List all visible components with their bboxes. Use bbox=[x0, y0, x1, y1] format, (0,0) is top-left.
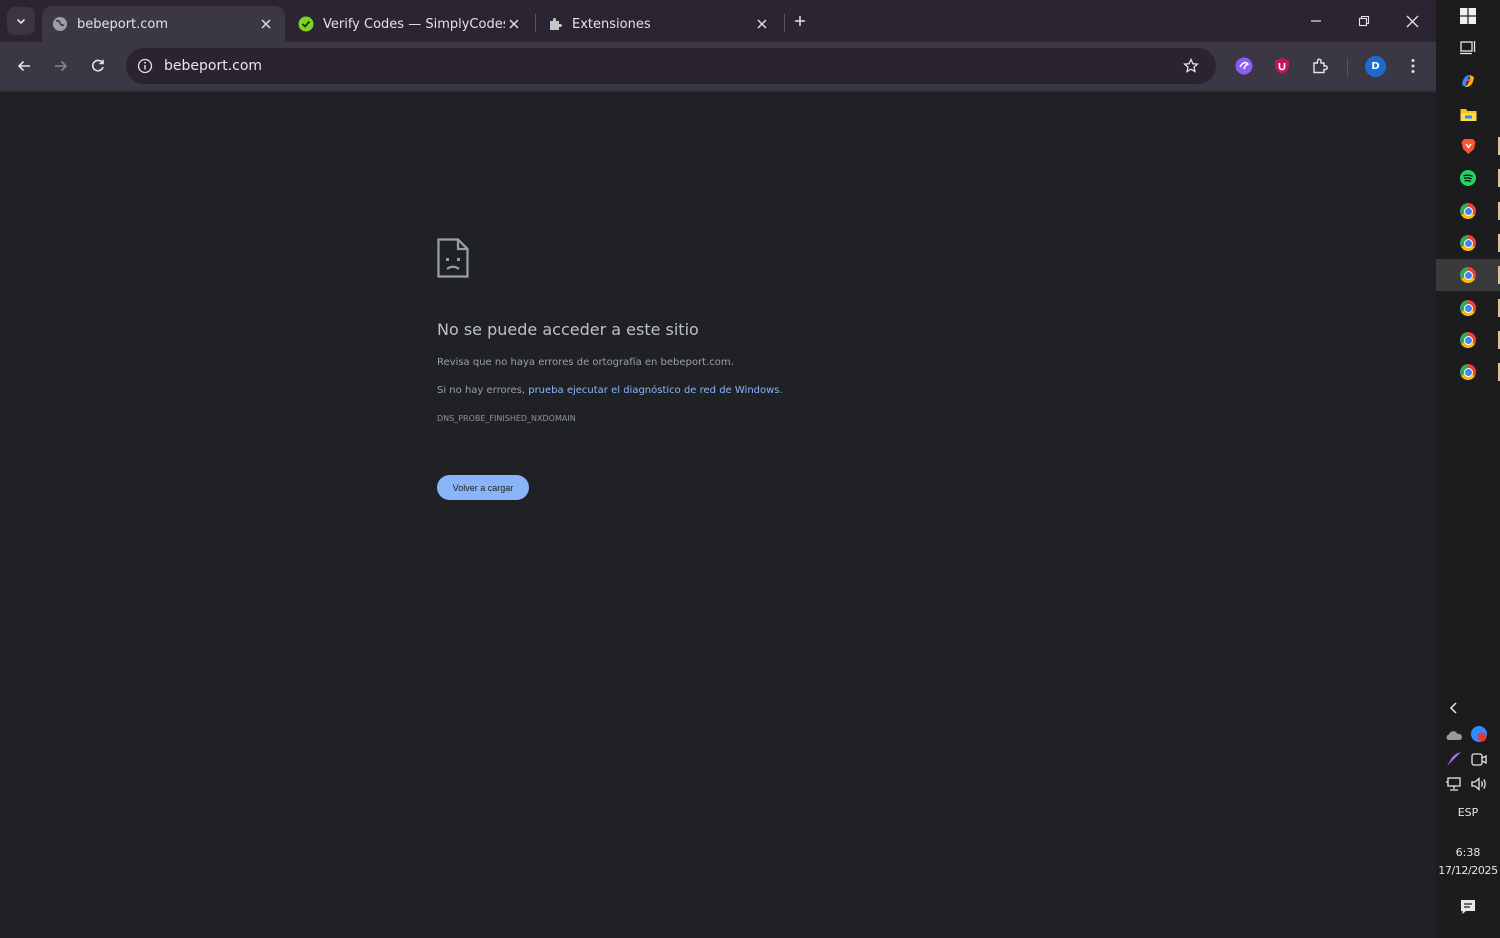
taskbar-file-explorer[interactable] bbox=[1436, 98, 1500, 130]
error-page: No se puede acceder a este sitio Revisa … bbox=[0, 92, 1436, 938]
error-hint-suffix: . bbox=[779, 385, 783, 396]
tab-simplycodes[interactable]: Verify Codes — SimplyCodes bbox=[288, 6, 533, 42]
tab-separator bbox=[784, 14, 785, 32]
bookmark-star-icon[interactable] bbox=[1180, 55, 1202, 77]
chevron-down-icon bbox=[16, 18, 26, 25]
plus-icon bbox=[795, 16, 805, 26]
tab-extensiones[interactable]: Extensiones bbox=[537, 6, 781, 42]
restore-icon bbox=[1358, 15, 1370, 27]
task-view-button[interactable] bbox=[1436, 31, 1500, 63]
meet-now-icon[interactable] bbox=[1470, 751, 1488, 767]
reload-button[interactable] bbox=[84, 52, 112, 80]
tab-strip: bebeport.com Verify Codes — SimplyCodes … bbox=[0, 0, 1436, 42]
error-code: DNS_PROBE_FINISHED_NXDOMAIN bbox=[437, 414, 576, 423]
error-hint-diagnostics: Si no hay errores, prueba ejecutar el di… bbox=[437, 385, 783, 396]
minimize-icon bbox=[1311, 20, 1321, 22]
task-view-icon bbox=[1460, 41, 1476, 55]
browser-window: bebeport.com Verify Codes — SimplyCodes … bbox=[0, 0, 1436, 938]
menu-kebab-icon[interactable] bbox=[1403, 56, 1423, 76]
close-tab-icon[interactable] bbox=[505, 15, 523, 33]
close-tab-icon[interactable] bbox=[257, 15, 275, 33]
info-icon[interactable] bbox=[135, 56, 155, 76]
chrome-icon bbox=[1460, 267, 1476, 283]
chevron-left-icon bbox=[1449, 702, 1457, 714]
restore-button[interactable] bbox=[1349, 6, 1379, 36]
clock-date[interactable]: 17/12/2025 bbox=[1436, 864, 1500, 877]
taskbar-chrome-6[interactable] bbox=[1436, 356, 1500, 388]
feather-tray-icon[interactable] bbox=[1445, 751, 1463, 767]
copilot-icon bbox=[1462, 75, 1474, 87]
address-text[interactable]: bebeport.com bbox=[164, 58, 1180, 74]
sad-page-icon bbox=[437, 238, 469, 278]
taskbar-chrome-3-active[interactable] bbox=[1436, 259, 1500, 291]
windows-taskbar: ESP 6:38 17/12/2025 bbox=[1436, 0, 1500, 938]
forward-button[interactable] bbox=[47, 52, 75, 80]
show-hidden-icons-button[interactable] bbox=[1446, 700, 1462, 716]
network-icon[interactable] bbox=[1445, 776, 1463, 792]
tab-title: Verify Codes — SimplyCodes bbox=[323, 16, 505, 32]
toolbar-separator bbox=[1347, 58, 1348, 76]
chrome-icon bbox=[1460, 235, 1476, 251]
notifications-icon[interactable] bbox=[1459, 898, 1477, 916]
minimize-button[interactable] bbox=[1301, 6, 1331, 36]
arrow-left-icon bbox=[17, 60, 30, 72]
reload-icon bbox=[92, 59, 104, 72]
globe-icon bbox=[52, 16, 68, 32]
taskbar-chrome-1[interactable] bbox=[1436, 195, 1500, 227]
tab-bebeport[interactable]: bebeport.com bbox=[42, 6, 285, 42]
extensions-puzzle-icon[interactable] bbox=[1310, 56, 1330, 76]
taskbar-copilot[interactable] bbox=[1436, 65, 1500, 97]
tab-separator bbox=[535, 14, 536, 32]
error-title: No se puede acceder a este sitio bbox=[437, 320, 699, 339]
back-button[interactable] bbox=[10, 52, 38, 80]
chrome-icon bbox=[1460, 203, 1476, 219]
reload-page-button[interactable]: Volver a cargar bbox=[437, 475, 529, 500]
brave-browser-icon bbox=[1461, 138, 1475, 154]
tab-title: bebeport.com bbox=[77, 16, 169, 32]
puzzle-icon bbox=[547, 16, 563, 32]
error-hint-spelling: Revisa que no haya errores de ortografía… bbox=[437, 357, 734, 368]
taskbar-chrome-5[interactable] bbox=[1436, 324, 1500, 356]
profile-avatar[interactable]: D bbox=[1365, 56, 1386, 77]
tab-title: Extensiones bbox=[572, 16, 651, 32]
new-tab-button[interactable] bbox=[789, 10, 811, 32]
tab-search-button[interactable] bbox=[7, 7, 35, 35]
clock-time[interactable]: 6:38 bbox=[1436, 846, 1500, 859]
network-diagnostics-link[interactable]: prueba ejecutar el diagnóstico de red de… bbox=[528, 385, 779, 396]
onedrive-icon[interactable] bbox=[1445, 727, 1463, 741]
close-icon bbox=[1406, 15, 1418, 27]
extension-purple-icon[interactable] bbox=[1234, 56, 1254, 76]
taskbar-spotify[interactable] bbox=[1436, 162, 1500, 194]
address-bar[interactable]: bebeport.com bbox=[126, 48, 1216, 84]
taskbar-chrome-4[interactable] bbox=[1436, 292, 1500, 324]
language-indicator[interactable]: ESP bbox=[1436, 806, 1500, 819]
spotify-icon bbox=[1460, 170, 1476, 186]
folder-icon bbox=[1460, 108, 1476, 121]
start-button[interactable] bbox=[1436, 0, 1500, 32]
taskbar-brave[interactable] bbox=[1436, 130, 1500, 162]
browser-toolbar: bebeport.com D bbox=[0, 42, 1436, 90]
volume-icon[interactable] bbox=[1470, 776, 1488, 792]
chrome-icon bbox=[1460, 364, 1476, 380]
error-hint-prefix: Si no hay errores, bbox=[437, 385, 529, 396]
chrome-icon bbox=[1460, 300, 1476, 316]
taskbar-chrome-2[interactable] bbox=[1436, 227, 1500, 259]
arrow-right-icon bbox=[55, 60, 68, 72]
close-tab-icon[interactable] bbox=[753, 15, 771, 33]
simplycodes-icon bbox=[298, 16, 314, 32]
windows-logo-icon bbox=[1460, 8, 1476, 24]
ublock-origin-icon[interactable] bbox=[1272, 56, 1292, 76]
close-window-button[interactable] bbox=[1397, 6, 1427, 36]
tray-app-notification-icon[interactable] bbox=[1470, 725, 1488, 743]
chrome-icon bbox=[1460, 332, 1476, 348]
